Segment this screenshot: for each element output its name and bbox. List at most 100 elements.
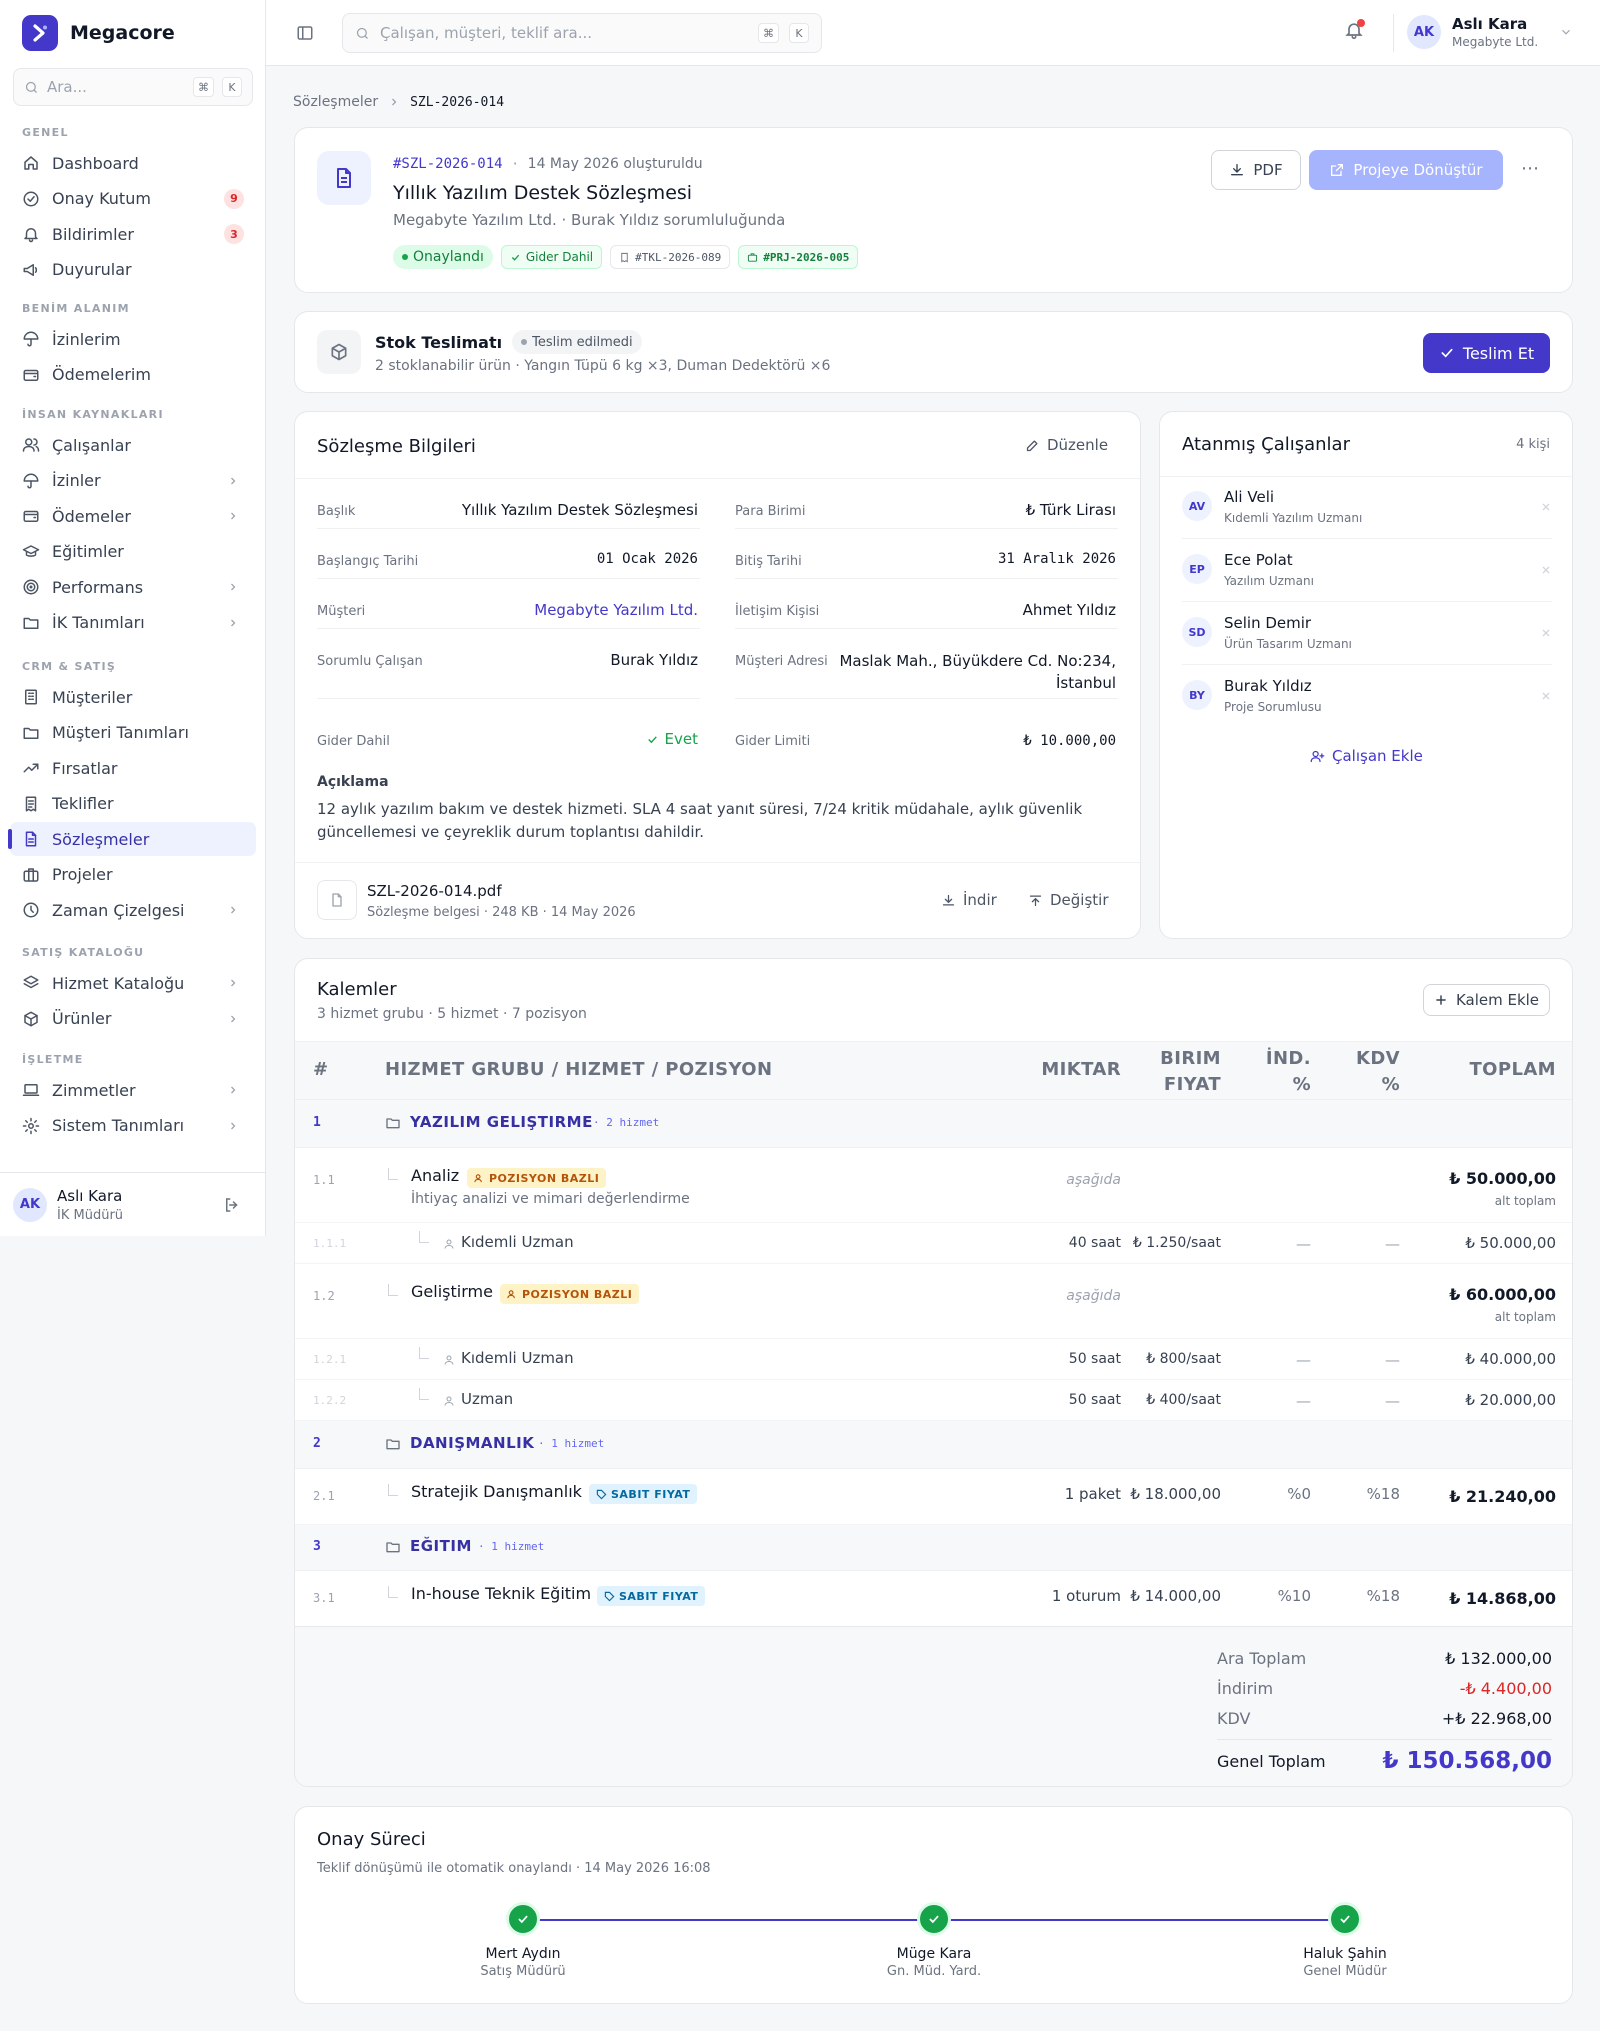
sidebar-item-eğitimler[interactable]: Eğitimler — [10, 535, 256, 569]
table-row[interactable]: 2.1 Stratejik Danışmanlık SABIT FIYAT 1 … — [295, 1469, 1572, 1525]
avatar: SD — [1182, 617, 1212, 647]
description-line: güncellemesi ve çeyreklik durum toplantı… — [317, 823, 705, 841]
table-row[interactable]: 1.1 Analiz POZISYON BAZLI İhtiyaç analiz… — [295, 1148, 1572, 1223]
sidebar-item-label: Projeler — [52, 865, 113, 884]
section-title: Kalemler — [317, 979, 397, 1000]
sidebar-item-dashboard[interactable]: Dashboard — [10, 146, 256, 180]
target-icon — [23, 579, 39, 595]
deliver-button[interactable]: Teslim Et — [1423, 333, 1550, 373]
assigned-person[interactable]: SD Selin Demir Ürün Tasarım Uzmanı — [1160, 602, 1574, 665]
chip-text: POZISYON BAZLI — [522, 1287, 633, 1301]
chevron-right-icon — [392, 98, 397, 106]
sidebar-search-input[interactable]: Ara... ⌘ K — [13, 68, 253, 106]
breadcrumb-parent[interactable]: Sözleşmeler — [293, 94, 378, 110]
project-link[interactable]: #PRJ-2026-005 — [738, 245, 859, 269]
add-item-button[interactable]: Kalem Ekle — [1423, 984, 1550, 1016]
global-search-input[interactable]: Çalışan, müşteri, teklif ara... ⌘ K — [342, 13, 822, 53]
replace-file-button[interactable]: Değiştir — [1028, 891, 1109, 909]
bell-icon — [24, 228, 38, 243]
sidebar-item-zimmetler[interactable]: Zimmetler — [10, 1073, 256, 1107]
more-actions-button[interactable]: ⋯ — [1521, 158, 1539, 179]
close-icon[interactable] — [1540, 627, 1552, 639]
page-title: Yıllık Yazılım Destek Sözleşmesi — [393, 182, 693, 204]
vat-value: +₺ 22.968,00 — [1441, 1709, 1552, 1728]
sidebar-item-i-zinler[interactable]: İzinler — [10, 464, 256, 498]
table-row[interactable]: 1.2 Geliştirme POZISYON BAZLI aşağıda ₺ … — [295, 1264, 1572, 1339]
col-vat: % — [1381, 1074, 1400, 1095]
close-icon[interactable] — [1540, 564, 1552, 576]
row-vat: — — [1385, 1351, 1400, 1369]
edit-button[interactable]: Düzenle — [1025, 436, 1108, 454]
step-name: Mert Aydın — [485, 1946, 561, 1962]
assigned-person[interactable]: EP Ece Polat Yazılım Uzmanı — [1160, 539, 1574, 602]
assigned-person[interactable]: AV Ali Veli Kıdemli Yazılım Uzmanı — [1160, 476, 1574, 539]
sidebar-item-sistem-tanımları[interactable]: Sistem Tanımları — [10, 1109, 256, 1143]
subtotal-label: Ara Toplam — [1217, 1649, 1307, 1668]
plus-icon — [1436, 995, 1446, 1005]
pdf-button[interactable]: PDF — [1211, 150, 1301, 190]
sidebar-item-label: Fırsatlar — [52, 758, 118, 778]
sidebar-item-zaman-çizelgesi[interactable]: Zaman Çizelgesi — [10, 893, 256, 927]
download-icon — [1231, 164, 1244, 176]
user-menu[interactable]: AK Aslı Kara Megabyte Ltd. — [1407, 15, 1573, 49]
sidebar-item-hizmet-kataloğu[interactable]: Hizmet Kataloğu — [10, 966, 256, 1000]
field-label: Başlangıç Tarihi — [317, 554, 419, 569]
sidebar-toggle-icon[interactable] — [296, 24, 314, 42]
row-qty: 1 paket — [1064, 1485, 1121, 1503]
convert-to-project-button[interactable]: Projeye Dönüştür — [1309, 150, 1503, 190]
stock-description: 2 stoklanabilir ürün · Yangın Tüpü 6 kg … — [375, 358, 831, 374]
sidebar-item-sözleşmeler[interactable]: Sözleşmeler — [8, 822, 256, 856]
sidebar-item-ödemelerim[interactable]: Ödemelerim — [10, 358, 256, 392]
sidebar-item-bildirimler[interactable]: Bildirimler 3 — [10, 217, 256, 251]
sidebar-item-i-k-tanımları[interactable]: İK Tanımları — [10, 606, 256, 640]
group-row[interactable]: 1 YAZILIM GELIŞTIRME · 2 hizmet — [295, 1100, 1572, 1148]
search-icon — [356, 27, 368, 39]
sidebar-item-ödemeler[interactable]: Ödemeler — [10, 499, 256, 533]
row-qty: 50 saat — [1068, 1351, 1121, 1367]
replace-label: Değiştir — [1050, 891, 1109, 909]
user-icon — [444, 1355, 454, 1365]
sidebar-item-i-zinlerim[interactable]: İzinlerim — [10, 322, 256, 356]
document-icon — [317, 151, 371, 205]
search-icon — [25, 81, 37, 93]
sidebar-item-performans[interactable]: Performans — [10, 570, 256, 604]
table-row[interactable]: 1.2.1 Kıdemli Uzman 50 saat ₺ 800/saat —… — [295, 1339, 1572, 1380]
group-row[interactable]: 2 DANIŞMANLIK · 1 hizmet — [295, 1421, 1572, 1469]
sidebar-item-müşteri-tanımları[interactable]: Müşteri Tanımları — [10, 716, 256, 750]
download-file-button[interactable]: İndir — [941, 891, 997, 909]
sidebar-item-ürünler[interactable]: Ürünler — [10, 1002, 256, 1036]
sidebar-item-onay-kutum[interactable]: Onay Kutum 9 — [10, 182, 256, 216]
step-check-icon — [917, 1902, 951, 1936]
quote-link[interactable]: #TKL-2026-089 — [610, 245, 731, 269]
add-employee-button[interactable]: Çalışan Ekle — [1310, 747, 1423, 765]
field-value: Maslak Mah., Büyükdere Cd. No:234, — [839, 652, 1116, 670]
file-name[interactable]: SZL-2026-014.pdf — [367, 882, 502, 900]
brand[interactable]: Megacore — [22, 15, 175, 51]
field-value: Evet — [646, 730, 698, 748]
person-role: Proje Sorumlusu — [1224, 700, 1322, 714]
col-price: BIRIM — [1160, 1048, 1221, 1069]
close-icon[interactable] — [1540, 690, 1552, 702]
sidebar-item-duyurular[interactable]: Duyurular — [10, 253, 256, 287]
table-row[interactable]: 1.1.1 Kıdemli Uzman 40 saat ₺ 1.250/saat… — [295, 1223, 1572, 1264]
assigned-person[interactable]: BY Burak Yıldız Proje Sorumlusu — [1160, 665, 1574, 728]
laptop-icon — [22, 1084, 40, 1096]
sidebar-item-projeler[interactable]: Projeler — [10, 858, 256, 892]
close-icon[interactable] — [1540, 501, 1552, 513]
table-row[interactable]: 1.2.2 Uzman 50 saat ₺ 400/saat — — ₺ 20.… — [295, 1380, 1572, 1421]
breadcrumb-current: SZL-2026-014 — [410, 94, 505, 110]
row-no: 2.1 — [313, 1489, 335, 1503]
group-row[interactable]: 3 EĞITIM · 1 hizmet — [295, 1525, 1572, 1571]
gear-icon — [22, 1117, 40, 1134]
sidebar-item-çalışanlar[interactable]: Çalışanlar — [10, 428, 256, 462]
logout-icon[interactable] — [223, 1196, 241, 1214]
notifications-button[interactable] — [1344, 19, 1370, 46]
sidebar-item-teklifler[interactable]: Teklifler — [10, 787, 256, 821]
sidebar-item-müşteriler[interactable]: Müşteriler — [10, 680, 256, 714]
avatar[interactable]: AK — [13, 1187, 47, 1222]
clock-icon — [23, 902, 39, 918]
sidebar-item-fırsatlar[interactable]: Fırsatlar — [10, 751, 256, 785]
table-row[interactable]: 3.1 In-house Teknik Eğitim SABIT FIYAT 1… — [295, 1571, 1572, 1627]
field-value[interactable]: Megabyte Yazılım Ltd. — [534, 601, 698, 619]
group-name: EĞITIM — [410, 1537, 472, 1555]
